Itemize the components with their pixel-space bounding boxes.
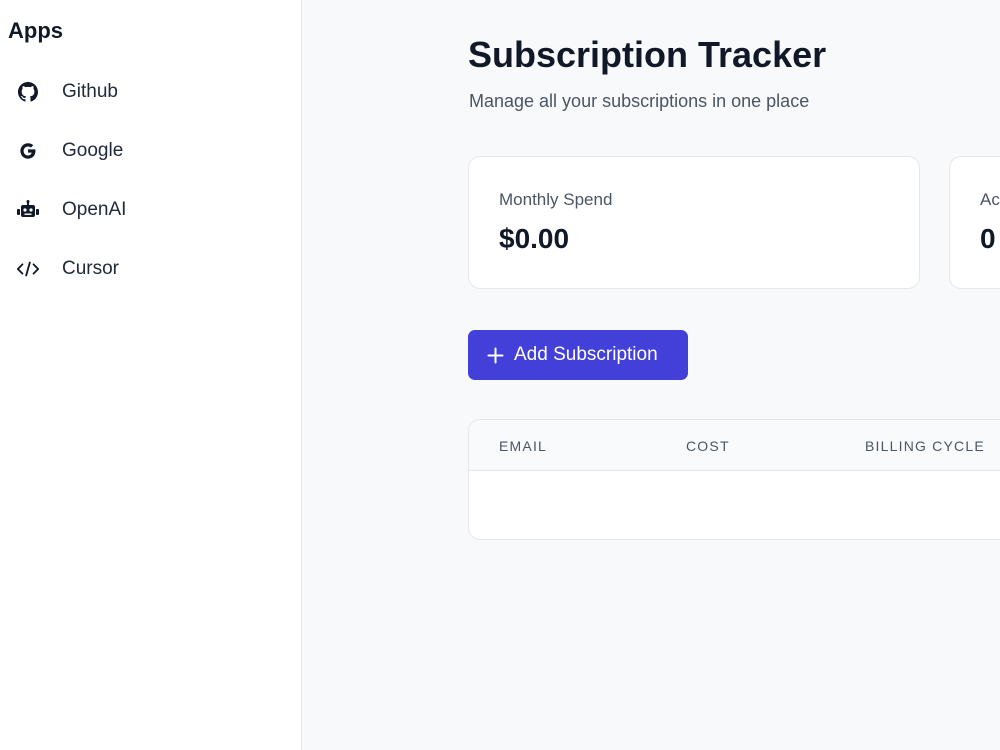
sidebar-item-github[interactable]: Github bbox=[0, 72, 300, 112]
page-title: Subscription Tracker bbox=[468, 34, 827, 75]
column-header-billing-cycle: BILLING CYCLE bbox=[865, 438, 985, 454]
code-icon bbox=[16, 257, 40, 281]
robot-icon bbox=[16, 198, 40, 222]
add-subscription-label: Add Subscription bbox=[514, 344, 658, 365]
monthly-spend-card: Monthly Spend $0.00 bbox=[468, 156, 920, 289]
active-subscriptions-card: Ac 0 bbox=[949, 156, 1000, 289]
stat-label: Monthly Spend bbox=[499, 190, 613, 209]
plus-icon bbox=[487, 347, 504, 364]
column-header-cost: COST bbox=[686, 438, 730, 454]
stat-value: $0.00 bbox=[499, 223, 570, 254]
sidebar-item-label: Google bbox=[62, 140, 124, 161]
sidebar-item-cursor[interactable]: Cursor bbox=[0, 249, 300, 289]
app-window: Apps Github Google OpenAI Cursor Subscri… bbox=[0, 0, 1000, 750]
add-subscription-button[interactable]: Add Subscription bbox=[468, 330, 688, 380]
sidebar-title: Apps bbox=[8, 18, 63, 43]
sidebar: Apps Github Google OpenAI Cursor bbox=[0, 0, 302, 750]
column-header-email: EMAIL bbox=[499, 438, 548, 454]
sidebar-item-google[interactable]: Google bbox=[0, 131, 300, 171]
stat-value: 0 bbox=[980, 223, 996, 254]
table-header: EMAIL COST BILLING CYCLE bbox=[469, 420, 1000, 471]
google-icon bbox=[16, 139, 40, 163]
github-icon bbox=[16, 80, 40, 104]
stat-label: Ac bbox=[980, 190, 1000, 209]
sidebar-item-label: Cursor bbox=[62, 258, 120, 279]
sidebar-item-openai[interactable]: OpenAI bbox=[0, 190, 300, 230]
sidebar-item-label: Github bbox=[62, 81, 118, 102]
sidebar-item-label: OpenAI bbox=[62, 199, 127, 220]
subscriptions-table: EMAIL COST BILLING CYCLE bbox=[468, 419, 1000, 540]
page-subtitle: Manage all your subscriptions in one pla… bbox=[469, 91, 810, 111]
